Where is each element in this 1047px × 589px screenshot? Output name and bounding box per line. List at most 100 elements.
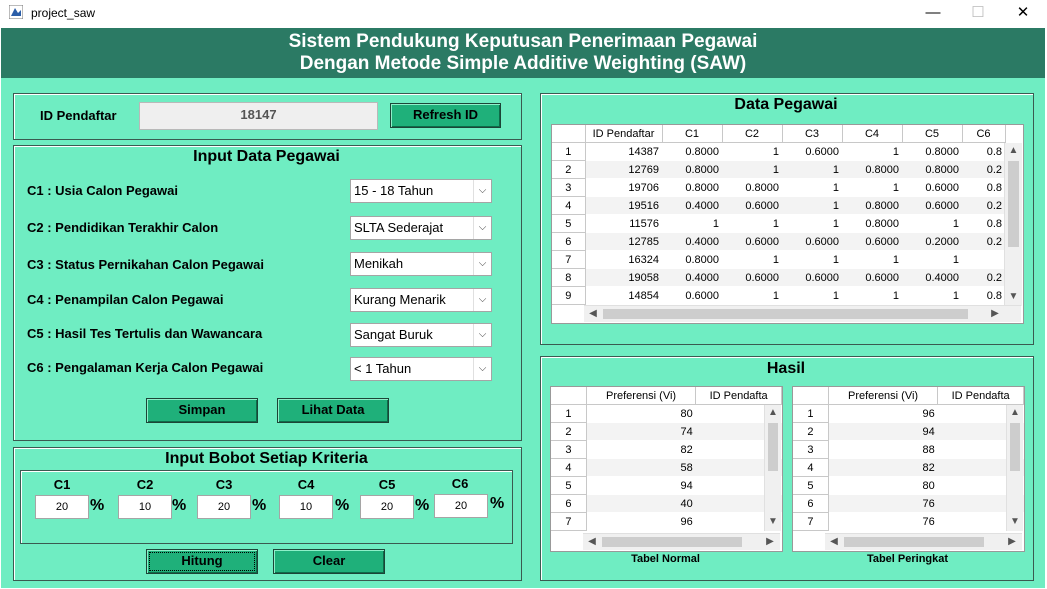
table-row[interactable]: 59411 [551, 476, 782, 495]
table-cell[interactable]: 0.6000 [842, 232, 902, 251]
table-cell[interactable]: 0.8000 [842, 160, 902, 179]
table-cell[interactable]: 0.6000 [902, 196, 962, 215]
table-cell[interactable]: 0.8 [962, 286, 1005, 305]
c4-select[interactable]: Kurang Menarik ⌵ [350, 288, 492, 312]
column-header[interactable]: C1 [662, 125, 723, 143]
scroll-down-icon[interactable]: ▼ [1007, 516, 1023, 527]
save-button[interactable]: Simpan [146, 398, 258, 423]
table-cell[interactable]: 74 [586, 422, 696, 441]
table-cell[interactable]: 1 [722, 214, 782, 233]
table-cell[interactable]: 14854 [585, 286, 662, 305]
table-cell[interactable]: 88 [828, 440, 938, 459]
compute-button[interactable]: Hitung [146, 549, 258, 574]
table-cell[interactable]: 0.6000 [842, 268, 902, 287]
table-cell[interactable]: 94 [828, 422, 938, 441]
weight-input-c6[interactable]: 20 [434, 494, 488, 518]
table-cell[interactable]: 40 [586, 494, 696, 513]
column-header[interactable]: C5 [902, 125, 963, 143]
normal-table-horizontal-scrollbar[interactable]: ◀ ▶ [583, 533, 780, 550]
weight-input-c3[interactable]: 20 [197, 495, 251, 519]
table-cell[interactable]: 0.8000 [722, 178, 782, 197]
table-cell[interactable]: 0.8000 [662, 160, 722, 179]
table-cell[interactable]: 0.8000 [662, 250, 722, 269]
table-cell[interactable]: 0.4000 [902, 268, 962, 287]
table-cell[interactable]: 0.6000 [722, 232, 782, 251]
column-header[interactable]: C6 [962, 125, 1006, 143]
table-cell[interactable]: 82 [586, 440, 696, 459]
table-cell[interactable]: 1 [842, 286, 902, 305]
table-row[interactable]: 38219 [551, 440, 782, 459]
table-cell[interactable]: 1 [782, 160, 842, 179]
data-table-horizontal-scrollbar[interactable]: ◀ ▶ [584, 305, 1021, 322]
column-header[interactable]: Preferensi (Vi) [828, 387, 939, 405]
table-row[interactable]: 79616 [551, 512, 782, 531]
table-cell[interactable]: 19058 [585, 268, 662, 287]
ranking-table[interactable]: Preferensi (Vi) ID Pendafta 196162941138… [792, 386, 1025, 552]
table-row[interactable]: 4 19516 0.4000 0.6000 1 0.8000 0.6000 0.2 [552, 196, 1005, 215]
table-row[interactable]: 38814 [793, 440, 1024, 459]
scroll-right-icon[interactable]: ▶ [1005, 536, 1019, 547]
data-pegawai-table[interactable]: ID Pendaftar C1 C2 C3 C4 C5 C6 1 14387 0.8… [551, 124, 1024, 324]
c2-select[interactable]: SLTA Sederajat ⌵ [350, 216, 492, 240]
data-table-hthumb[interactable] [603, 309, 968, 319]
table-cell[interactable]: 1 [782, 214, 842, 233]
table-cell[interactable]: 1 [902, 286, 962, 305]
table-cell[interactable]: 76 [828, 512, 938, 531]
table-cell[interactable]: 94 [586, 476, 696, 495]
table-row[interactable]: 48219 [793, 458, 1024, 477]
table-row[interactable]: 45819 [551, 458, 782, 477]
table-row[interactable]: 8 19058 0.4000 0.6000 0.6000 0.6000 0.4000 0.2 [552, 268, 1005, 287]
close-button[interactable]: ✕ [1000, 0, 1046, 28]
table-cell[interactable]: 1 [902, 250, 962, 269]
table-cell[interactable]: 0.6000 [782, 268, 842, 287]
scroll-up-icon[interactable]: ▲ [1007, 407, 1023, 418]
table-cell[interactable]: 0.4000 [662, 268, 722, 287]
scroll-right-icon[interactable]: ▶ [988, 308, 1002, 319]
table-cell[interactable]: 12785 [585, 232, 662, 251]
clear-button[interactable]: Clear [273, 549, 385, 574]
table-cell[interactable]: 0.2 [962, 196, 1005, 215]
ranking-table-vthumb[interactable] [1010, 423, 1020, 471]
normal-table-vertical-scrollbar[interactable]: ▲ ▼ [764, 405, 781, 531]
column-header[interactable]: Preferensi (Vi) [586, 387, 697, 405]
table-cell[interactable]: 1 [782, 196, 842, 215]
normal-table-vthumb[interactable] [768, 423, 778, 471]
table-cell[interactable]: 1 [782, 250, 842, 269]
table-row[interactable]: 29411 [793, 422, 1024, 441]
table-cell[interactable]: 96 [828, 404, 938, 423]
weight-input-c5[interactable]: 20 [360, 495, 414, 519]
scroll-up-icon[interactable]: ▲ [765, 407, 781, 418]
table-cell[interactable]: 1 [782, 178, 842, 197]
table-cell[interactable]: 0.6000 [782, 232, 842, 251]
maximize-button[interactable]: ☐ [955, 0, 1001, 28]
column-header[interactable]: ID Pendafta [695, 387, 782, 405]
normal-table[interactable]: Preferensi (Vi) ID Pendafta 180142741238… [550, 386, 783, 552]
data-table-vthumb[interactable] [1008, 161, 1019, 247]
table-cell[interactable]: 1 [782, 286, 842, 305]
table-cell[interactable]: 0.8 [962, 178, 1005, 197]
table-cell[interactable]: 0.6000 [722, 268, 782, 287]
table-cell[interactable]: 0.8000 [662, 142, 722, 161]
scroll-left-icon[interactable]: ◀ [586, 308, 600, 319]
ranking-table-horizontal-scrollbar[interactable]: ◀ ▶ [825, 533, 1022, 550]
table-cell[interactable]: 0.8000 [662, 178, 722, 197]
table-cell[interactable]: 80 [586, 404, 696, 423]
table-cell[interactable]: 0.6000 [662, 286, 722, 305]
table-row[interactable]: 9 14854 0.6000 1 1 1 1 0.8 [552, 286, 1005, 305]
table-cell[interactable]: 0.6000 [782, 142, 842, 161]
table-cell[interactable]: 1 [662, 214, 722, 233]
table-row[interactable]: 1 14387 0.8000 1 0.6000 1 0.8000 0.8 [552, 142, 1005, 161]
table-row[interactable]: 64012 [551, 494, 782, 513]
table-cell[interactable]: 19516 [585, 196, 662, 215]
scroll-right-icon[interactable]: ▶ [763, 536, 777, 547]
table-row[interactable]: 27412 [551, 422, 782, 441]
table-cell[interactable]: 0.6000 [902, 178, 962, 197]
table-cell[interactable]: 1 [842, 250, 902, 269]
table-cell[interactable]: 16324 [585, 250, 662, 269]
table-cell[interactable]: 96 [586, 512, 696, 531]
table-cell[interactable]: 0.2000 [902, 232, 962, 251]
table-cell[interactable]: 19706 [585, 178, 662, 197]
weight-input-c2[interactable]: 10 [118, 495, 172, 519]
c6-select[interactable]: < 1 Tahun ⌵ [350, 357, 492, 381]
table-row[interactable]: 18014 [551, 404, 782, 423]
